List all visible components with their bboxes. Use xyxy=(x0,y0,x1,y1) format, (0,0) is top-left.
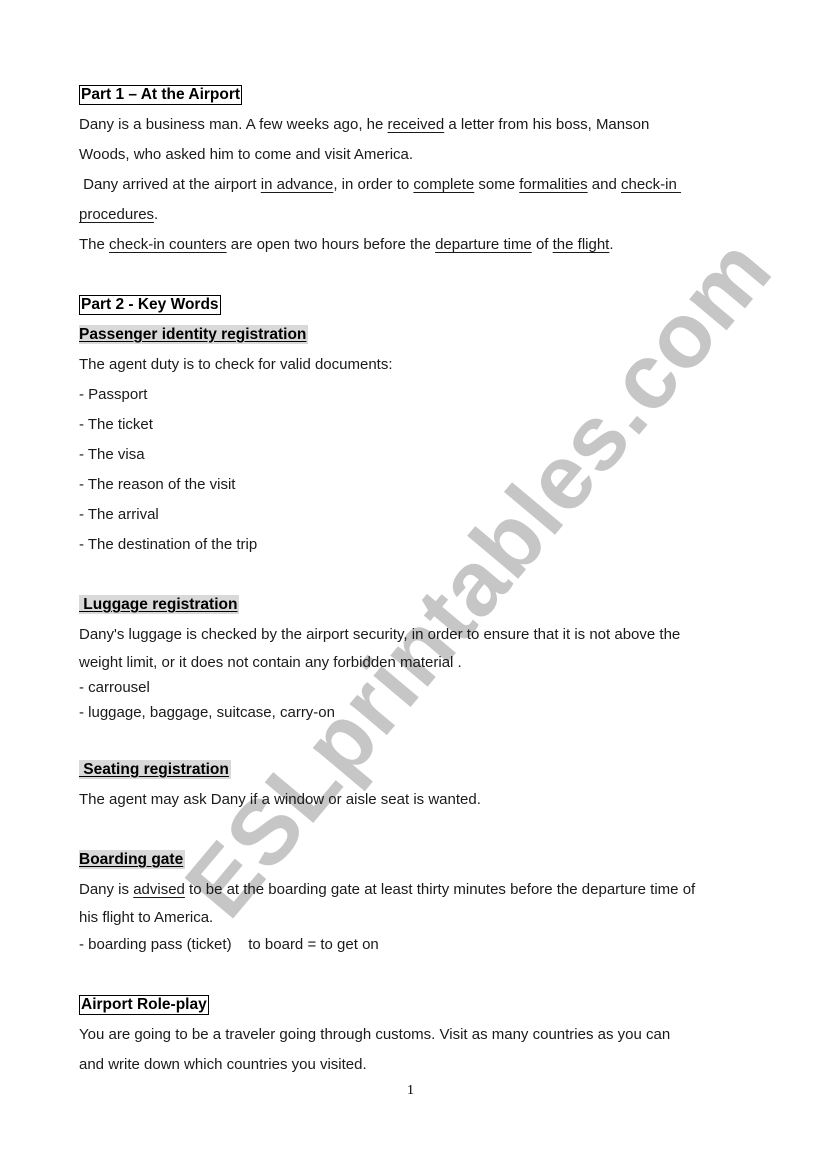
paragraph-line: Woods, who asked him to come and visit A… xyxy=(79,146,414,163)
boarding-heading-line: Boarding gate xyxy=(79,845,759,875)
roleplay-title: Airport Role-play xyxy=(79,995,209,1015)
boarding-text: Dany is advised to be at the boarding ga… xyxy=(79,875,759,905)
text: are open two hours before the xyxy=(226,236,436,253)
luggage-text: Dany's luggage is checked by the airport… xyxy=(79,626,681,643)
vocab-complete: complete xyxy=(413,176,475,193)
vocab-in-advance: in advance xyxy=(260,176,334,193)
document-item: - The ticket xyxy=(79,416,153,433)
vocab-departure-time: departure time xyxy=(435,236,532,253)
text: Dany is a business man. A few weeks ago,… xyxy=(79,116,388,133)
page-number: 1 xyxy=(407,1083,414,1098)
document-item: - Passport xyxy=(79,386,148,403)
text: . xyxy=(154,206,159,223)
seating-heading: Seating registration xyxy=(79,760,231,779)
part1-title: Part 1 – At the Airport xyxy=(79,85,243,105)
vocab-formalities: formalities xyxy=(519,176,588,193)
text: of xyxy=(531,236,553,253)
luggage-heading: Luggage registration xyxy=(79,595,240,614)
luggage-heading-line: Luggage registration xyxy=(79,590,759,620)
luggage-item: - carrousel xyxy=(79,679,150,696)
vocab-procedures: procedures xyxy=(79,206,155,223)
luggage-item: - luggage, baggage, suitcase, carry-on xyxy=(79,704,335,721)
paragraph-line: The check-in counters are open two hours… xyxy=(79,230,759,260)
passenger-intro: The agent duty is to check for valid doc… xyxy=(79,356,393,373)
text: Dany arrived at the airport xyxy=(79,176,261,193)
boarding-heading: Boarding gate xyxy=(79,850,186,869)
part1-title-line: Part 1 – At the Airport xyxy=(79,80,759,110)
paragraph-line: Dany arrived at the airport in advance, … xyxy=(79,170,759,200)
vocab-advised: advised xyxy=(133,881,185,898)
document-item: - The reason of the visit xyxy=(79,476,236,493)
passenger-heading: Passenger identity registration xyxy=(79,325,309,344)
seating-heading-line: Seating registration xyxy=(79,755,759,785)
boarding-item: - boarding pass (ticket) to board = to g… xyxy=(79,936,379,953)
text: some xyxy=(474,176,520,193)
document-item: - The destination of the trip xyxy=(79,536,258,553)
seating-text: The agent may ask Dany if a window or ai… xyxy=(79,791,481,808)
vocab-received: received xyxy=(387,116,445,133)
part2-title: Part 2 - Key Words xyxy=(79,295,221,315)
text: , in order to xyxy=(333,176,414,193)
paragraph-line: procedures. xyxy=(79,200,759,230)
text: to be at the boarding gate at least thir… xyxy=(184,881,696,898)
vocab-check-in-counters: check-in counters xyxy=(109,236,227,253)
paragraph-line: Dany is a business man. A few weeks ago,… xyxy=(79,110,759,140)
document-page: ESLprintables.com Part 1 – At the Airpor… xyxy=(0,0,821,1169)
text: and xyxy=(587,176,621,193)
text: a letter from his boss, Manson xyxy=(444,116,650,133)
part2-title-line: Part 2 - Key Words xyxy=(79,290,759,320)
document-item: - The visa xyxy=(79,446,145,463)
text: . xyxy=(609,236,614,253)
document-item: - The arrival xyxy=(79,506,159,523)
text: Dany is xyxy=(79,881,134,898)
roleplay-text: and write down which countries you visit… xyxy=(79,1056,367,1073)
vocab-check-in: check-in xyxy=(621,176,682,193)
vocab-the-flight: the flight xyxy=(552,236,610,253)
roleplay-title-line: Airport Role-play xyxy=(79,990,759,1020)
text: The xyxy=(79,236,110,253)
luggage-text: weight limit, or it does not contain any… xyxy=(79,654,462,671)
roleplay-text: You are going to be a traveler going thr… xyxy=(79,1026,671,1043)
passenger-heading-line: Passenger identity registration xyxy=(79,320,759,350)
boarding-text: his flight to America. xyxy=(79,909,214,926)
